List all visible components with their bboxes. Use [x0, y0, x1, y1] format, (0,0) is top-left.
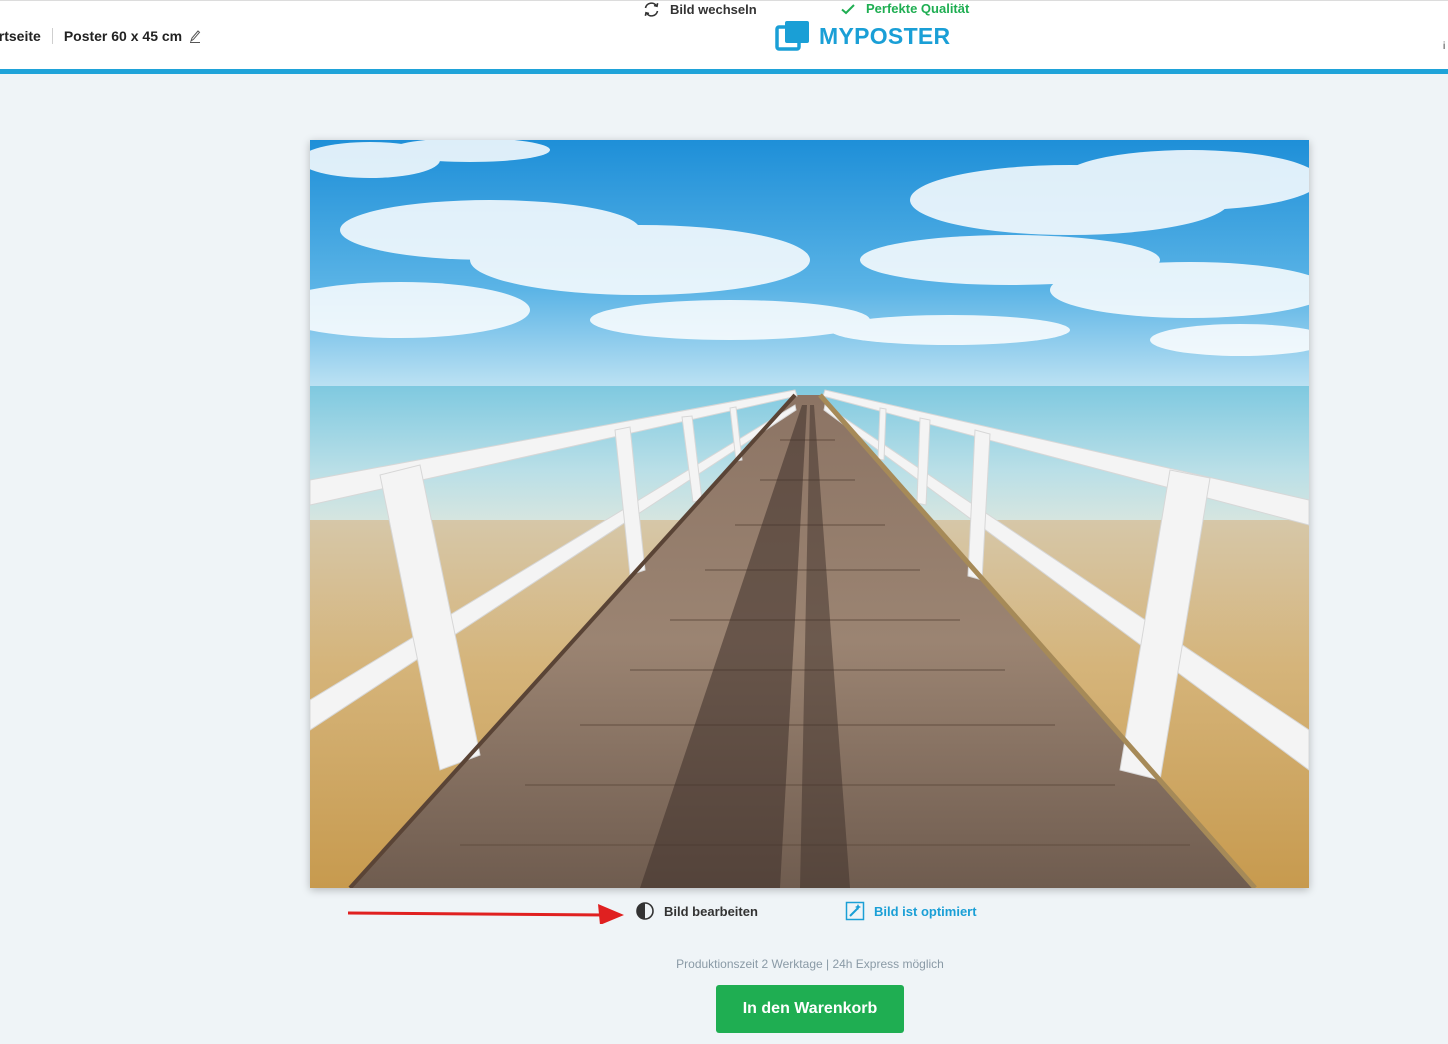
production-time-note: Produktionszeit 2 Werktage | 24h Express…	[676, 957, 944, 971]
contrast-icon	[636, 902, 654, 920]
refresh-icon	[644, 2, 659, 17]
image-optimized-label: Bild ist optimiert	[874, 903, 977, 919]
header-accent-bar	[0, 69, 1448, 74]
breadcrumb-divider	[51, 28, 53, 44]
logo-text: MYPOSTER	[819, 22, 951, 49]
breadcrumb-home-link[interactable]: Startseite	[0, 28, 41, 44]
add-to-cart-button[interactable]: In den Warenkorb	[716, 985, 904, 1033]
pier-photo	[310, 140, 1309, 888]
quality-indicator: Perfekte Qualität	[840, 1, 969, 16]
image-optimized-link[interactable]: Bild ist optimiert	[845, 901, 977, 921]
logo-icon	[775, 21, 809, 51]
edit-image-button[interactable]: Bild bearbeiten	[635, 901, 758, 921]
change-image-button[interactable]: Bild wechseln	[642, 1, 757, 18]
pencil-icon[interactable]	[189, 29, 201, 43]
magic-wand-icon	[845, 901, 865, 921]
change-image-label: Bild wechseln	[670, 2, 757, 17]
poster-preview-image	[310, 140, 1309, 888]
myposter-logo[interactable]: MYPOSTER	[775, 19, 950, 53]
quality-label: Perfekte Qualität	[866, 1, 970, 16]
header-edge-glyph: i	[1443, 41, 1446, 52]
breadcrumb-product[interactable]: Poster 60 x 45 cm	[64, 28, 201, 44]
product-size-label: Poster 60 x 45 cm	[63, 28, 183, 44]
breadcrumb: Startseite Poster 60 x 45 cm	[0, 27, 201, 45]
check-icon	[841, 3, 855, 14]
edit-image-label: Bild bearbeiten	[664, 903, 758, 919]
annotation-arrow-icon	[348, 904, 624, 924]
